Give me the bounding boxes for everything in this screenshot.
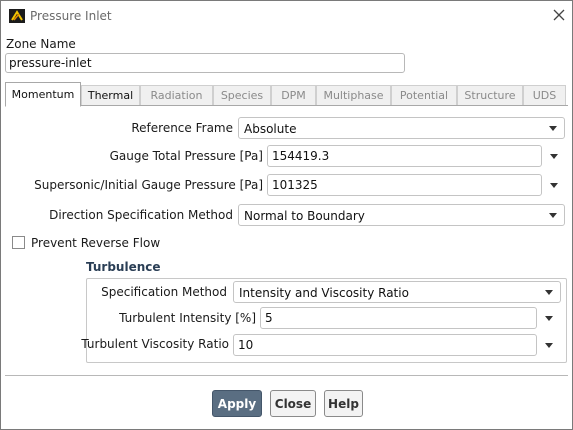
direction-method-select[interactable]: Normal to Boundary <box>238 204 565 226</box>
window-title: Pressure Inlet <box>30 9 112 23</box>
title-bar: Pressure Inlet <box>1 1 572 31</box>
tab-label: Potential <box>399 89 449 102</box>
chevron-down-icon <box>545 290 553 295</box>
turbulent-intensity-label: Turbulent Intensity [%] <box>119 311 256 325</box>
help-button[interactable]: Help <box>324 390 363 417</box>
tab-potential[interactable]: Potential <box>391 85 457 106</box>
turbulent-viscosity-ratio-label: Turbulent Viscosity Ratio <box>81 337 229 351</box>
tab-label: DPM <box>281 89 306 102</box>
supersonic-pressure-dropdown-icon[interactable] <box>550 183 558 188</box>
tab-radiation[interactable]: Radiation <box>140 85 213 106</box>
tab-structure[interactable]: Structure <box>457 85 523 106</box>
zone-name-input[interactable] <box>5 53 405 73</box>
chevron-down-icon <box>549 213 557 218</box>
tab-label: Radiation <box>150 89 203 102</box>
chevron-down-icon <box>549 126 557 131</box>
reference-frame-select[interactable]: Absolute <box>238 117 565 139</box>
close-icon[interactable] <box>552 8 566 22</box>
tab-species[interactable]: Species <box>213 85 271 106</box>
tab-uds[interactable]: UDS <box>523 85 566 106</box>
tab-label: Structure <box>464 89 516 102</box>
prevent-reverse-flow-checkbox[interactable] <box>12 236 25 249</box>
gauge-total-pressure-input[interactable] <box>267 145 542 167</box>
reference-frame-value: Absolute <box>244 122 297 136</box>
app-logo-icon <box>9 9 25 23</box>
tab-bar: Momentum Thermal Radiation Species DPM M… <box>5 82 568 107</box>
tab-dpm[interactable]: DPM <box>271 85 316 106</box>
gauge-total-pressure-label: Gauge Total Pressure [Pa] <box>109 149 263 163</box>
specification-method-value: Intensity and Viscosity Ratio <box>239 286 409 300</box>
specification-method-label: Specification Method <box>101 285 227 299</box>
tab-momentum[interactable]: Momentum <box>5 82 81 107</box>
direction-method-value: Normal to Boundary <box>244 209 365 223</box>
apply-button[interactable]: Apply <box>212 390 262 417</box>
pressure-inlet-dialog: Pressure Inlet Zone Name Momentum Therma… <box>0 0 573 430</box>
turbulence-group-title: Turbulence <box>86 260 161 274</box>
tab-divider <box>5 105 568 106</box>
gauge-total-pressure-dropdown-icon[interactable] <box>550 154 558 159</box>
zone-name-label: Zone Name <box>6 37 76 51</box>
turbulent-viscosity-ratio-dropdown-icon[interactable] <box>545 343 553 348</box>
tab-thermal[interactable]: Thermal <box>81 85 140 106</box>
tab-label: UDS <box>532 89 557 102</box>
direction-method-label: Direction Specification Method <box>49 208 233 222</box>
close-button[interactable]: Close <box>270 390 316 417</box>
tab-label: Multiphase <box>323 89 384 102</box>
prevent-reverse-flow-label: Prevent Reverse Flow <box>31 236 161 250</box>
reference-frame-label: Reference Frame <box>131 121 233 135</box>
tab-label: Species <box>220 89 264 102</box>
turbulent-intensity-input[interactable] <box>260 307 537 329</box>
turbulent-intensity-dropdown-icon[interactable] <box>545 316 553 321</box>
turbulent-viscosity-ratio-input[interactable] <box>233 334 537 356</box>
specification-method-select[interactable]: Intensity and Viscosity Ratio <box>233 281 561 303</box>
footer-divider <box>5 375 568 376</box>
supersonic-pressure-label: Supersonic/Initial Gauge Pressure [Pa] <box>34 178 263 192</box>
tab-multiphase[interactable]: Multiphase <box>316 85 391 106</box>
supersonic-pressure-input[interactable] <box>267 174 542 196</box>
tab-label: Momentum <box>11 88 75 101</box>
tab-label: Thermal <box>87 89 134 102</box>
